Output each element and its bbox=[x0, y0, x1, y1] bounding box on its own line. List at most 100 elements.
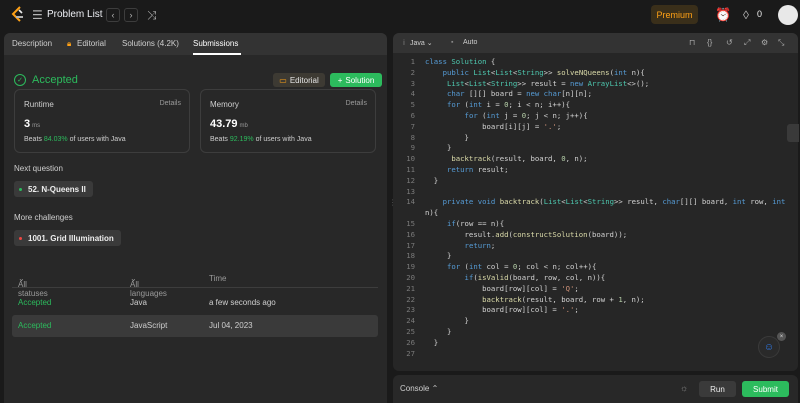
code-line[interactable]: 2 public List<List<String>> solveNQueens… bbox=[393, 68, 798, 79]
code-line[interactable]: 9 } bbox=[393, 143, 798, 154]
code-line[interactable]: 11 return result; bbox=[393, 165, 798, 176]
editorial-button[interactable]: ▭ Editorial bbox=[273, 73, 325, 87]
fullscreen-icon[interactable]: ⤢ bbox=[744, 38, 750, 48]
code-line[interactable]: 1 class Solution { bbox=[393, 57, 798, 68]
avatar[interactable] bbox=[778, 5, 798, 25]
language-filter[interactable]: All languages ⌄ bbox=[130, 274, 167, 298]
line-number: 24 bbox=[406, 316, 415, 326]
line-number: 13 bbox=[406, 186, 415, 196]
code-line[interactable]: 16 result.add(constructSolution(board)); bbox=[393, 230, 798, 241]
code-text: result.add(constructSolution(board)); bbox=[425, 229, 628, 239]
notes-tab-icon[interactable] bbox=[787, 124, 799, 142]
feedback-icon[interactable]: ☺ bbox=[758, 336, 780, 358]
memory-card[interactable]: Memory Details 43.79 mb Beats 92.19% of u… bbox=[200, 89, 376, 153]
solution-button[interactable]: + Solution bbox=[330, 73, 382, 87]
row-language: Java bbox=[130, 298, 147, 307]
line-number: 1 bbox=[410, 57, 415, 66]
row-time: a few seconds ago bbox=[209, 298, 276, 307]
memory-value: 43.79 mb bbox=[210, 118, 248, 130]
row-status[interactable]: Accepted bbox=[18, 321, 51, 330]
braces-icon[interactable]: {} bbox=[707, 38, 712, 47]
premium-button[interactable]: Premium bbox=[651, 5, 698, 24]
code-line[interactable]: 10 backtrack(result, board, 0, n); bbox=[393, 154, 798, 165]
memory-details-link[interactable]: Details bbox=[346, 100, 367, 107]
problem-list-link[interactable]: Problem List bbox=[47, 9, 103, 20]
runtime-beats: Beats 84.03% of users with Java bbox=[24, 136, 126, 143]
code-line[interactable]: 27 bbox=[393, 349, 798, 360]
code-line[interactable]: 15 if(row == n){ bbox=[393, 219, 798, 230]
code-text: board[row][col] = '.'; bbox=[425, 305, 579, 315]
table-row[interactable]: Accepted Java a few seconds ago bbox=[12, 292, 378, 314]
shuffle-icon[interactable]: ⤨ bbox=[147, 8, 157, 23]
list-icon[interactable]: ☰ bbox=[32, 8, 43, 22]
next-question-chip[interactable]: 52. N-Queens II bbox=[14, 181, 93, 197]
code-line[interactable]: n){ bbox=[393, 208, 798, 219]
next-question-label: Next question bbox=[14, 164, 63, 173]
language-select[interactable]: Java ⌄ bbox=[410, 39, 433, 47]
line-number: 4 bbox=[410, 89, 415, 99]
code-text: public List<List<String>> solveNQueens(i… bbox=[442, 67, 645, 77]
logo-icon[interactable] bbox=[10, 6, 26, 24]
line-number: 2 bbox=[410, 67, 415, 77]
console-toggle[interactable]: Console ⌃ bbox=[400, 384, 438, 393]
code-line[interactable]: 18 } bbox=[393, 251, 798, 262]
table-row[interactable]: Accepted JavaScript Jul 04, 2023 bbox=[12, 315, 378, 337]
code-editor-panel: ⅰ Java ⌄ ▪ Auto ⊓ {} ↺ ⤢ ⚙ ⤡ 1 class Solu… bbox=[393, 33, 798, 371]
code-line[interactable]: 25 } bbox=[393, 327, 798, 338]
settings-icon[interactable]: ⚙ bbox=[761, 38, 768, 47]
autocomplete-mode[interactable]: Auto bbox=[463, 39, 477, 46]
runtime-card[interactable]: Runtime Details 3 ms Beats 84.03% of user… bbox=[14, 89, 190, 153]
line-number: 5 bbox=[410, 100, 415, 110]
status-filter[interactable]: All statuses ⌄ bbox=[18, 274, 48, 298]
panel-resize-handle[interactable]: ⋮ bbox=[389, 198, 397, 207]
easy-dot-icon bbox=[19, 187, 22, 191]
runtime-details-link[interactable]: Details bbox=[160, 100, 181, 107]
code-area[interactable]: 1 class Solution {2 public List<List<Stri… bbox=[393, 57, 798, 359]
bookmark-icon[interactable]: ⊓ bbox=[689, 38, 695, 47]
console-bar: Console ⌃ ☼ Run Submit bbox=[393, 375, 798, 403]
runtime-value: 3 ms bbox=[24, 118, 41, 130]
close-icon[interactable]: × bbox=[777, 332, 786, 341]
next-icon[interactable]: › bbox=[124, 8, 138, 22]
code-line[interactable]: 14 private void backtrack(List<List<Stri… bbox=[393, 197, 798, 208]
line-number: 19 bbox=[406, 262, 415, 272]
code-line[interactable]: 13 bbox=[393, 187, 798, 198]
code-line[interactable]: 7 board[i][j] = '.'; bbox=[393, 122, 798, 133]
debug-icon[interactable]: ☼ bbox=[680, 383, 688, 393]
timer-icon[interactable]: ⏰ bbox=[715, 7, 731, 23]
fire-icon[interactable]: ◊ bbox=[743, 8, 749, 22]
code-text: for (int col = 0; col < n; col++){ bbox=[446, 262, 597, 272]
code-line[interactable]: 21 board[row][col] = 'Q'; bbox=[393, 284, 798, 295]
code-line[interactable]: 26 } bbox=[393, 338, 798, 349]
tab-editorial[interactable]: Editorial bbox=[77, 39, 106, 48]
code-text: } bbox=[425, 251, 452, 261]
code-line[interactable]: 5 for (int i = 0; i < n; i++){ bbox=[393, 100, 798, 111]
tab-solutions[interactable]: Solutions (4.2K) bbox=[122, 39, 179, 48]
code-line[interactable]: 6 for (int j = 0; j < n; j++){ bbox=[393, 111, 798, 122]
reset-icon[interactable]: ↺ bbox=[726, 38, 733, 47]
challenge-chip[interactable]: 1001. Grid Illumination bbox=[14, 230, 121, 246]
memory-label: Memory bbox=[210, 100, 239, 109]
line-number: 22 bbox=[406, 294, 415, 304]
code-line[interactable]: 24 } bbox=[393, 316, 798, 327]
expand-icon[interactable]: ⤡ bbox=[778, 38, 784, 48]
code-line[interactable]: 12 } bbox=[393, 176, 798, 187]
line-number: 21 bbox=[406, 283, 415, 293]
run-button[interactable]: Run bbox=[699, 381, 736, 397]
code-line[interactable]: 19 for (int col = 0; col < n; col++){ bbox=[393, 262, 798, 273]
code-line[interactable]: 3 List<List<String>> result = new ArrayL… bbox=[393, 79, 798, 90]
submit-button[interactable]: Submit bbox=[742, 381, 789, 397]
code-line[interactable]: 23 board[row][col] = '.'; bbox=[393, 305, 798, 316]
tab-description[interactable]: Description bbox=[12, 39, 52, 48]
tab-submissions[interactable]: Submissions bbox=[193, 39, 238, 48]
code-line[interactable]: 17 return; bbox=[393, 241, 798, 252]
code-text: } bbox=[425, 143, 452, 153]
code-line[interactable]: 20 if(isValid(board, row, col, n)){ bbox=[393, 273, 798, 284]
code-text: return result; bbox=[446, 164, 509, 174]
row-status[interactable]: Accepted bbox=[18, 298, 51, 307]
code-line[interactable]: 22 backtrack(result, board, row + 1, n); bbox=[393, 295, 798, 306]
prev-icon[interactable]: ‹ bbox=[106, 8, 120, 22]
code-line[interactable]: 8 } bbox=[393, 133, 798, 144]
time-header: Time bbox=[209, 274, 227, 283]
code-line[interactable]: 4 char [][] board = new char[n][n]; bbox=[393, 89, 798, 100]
